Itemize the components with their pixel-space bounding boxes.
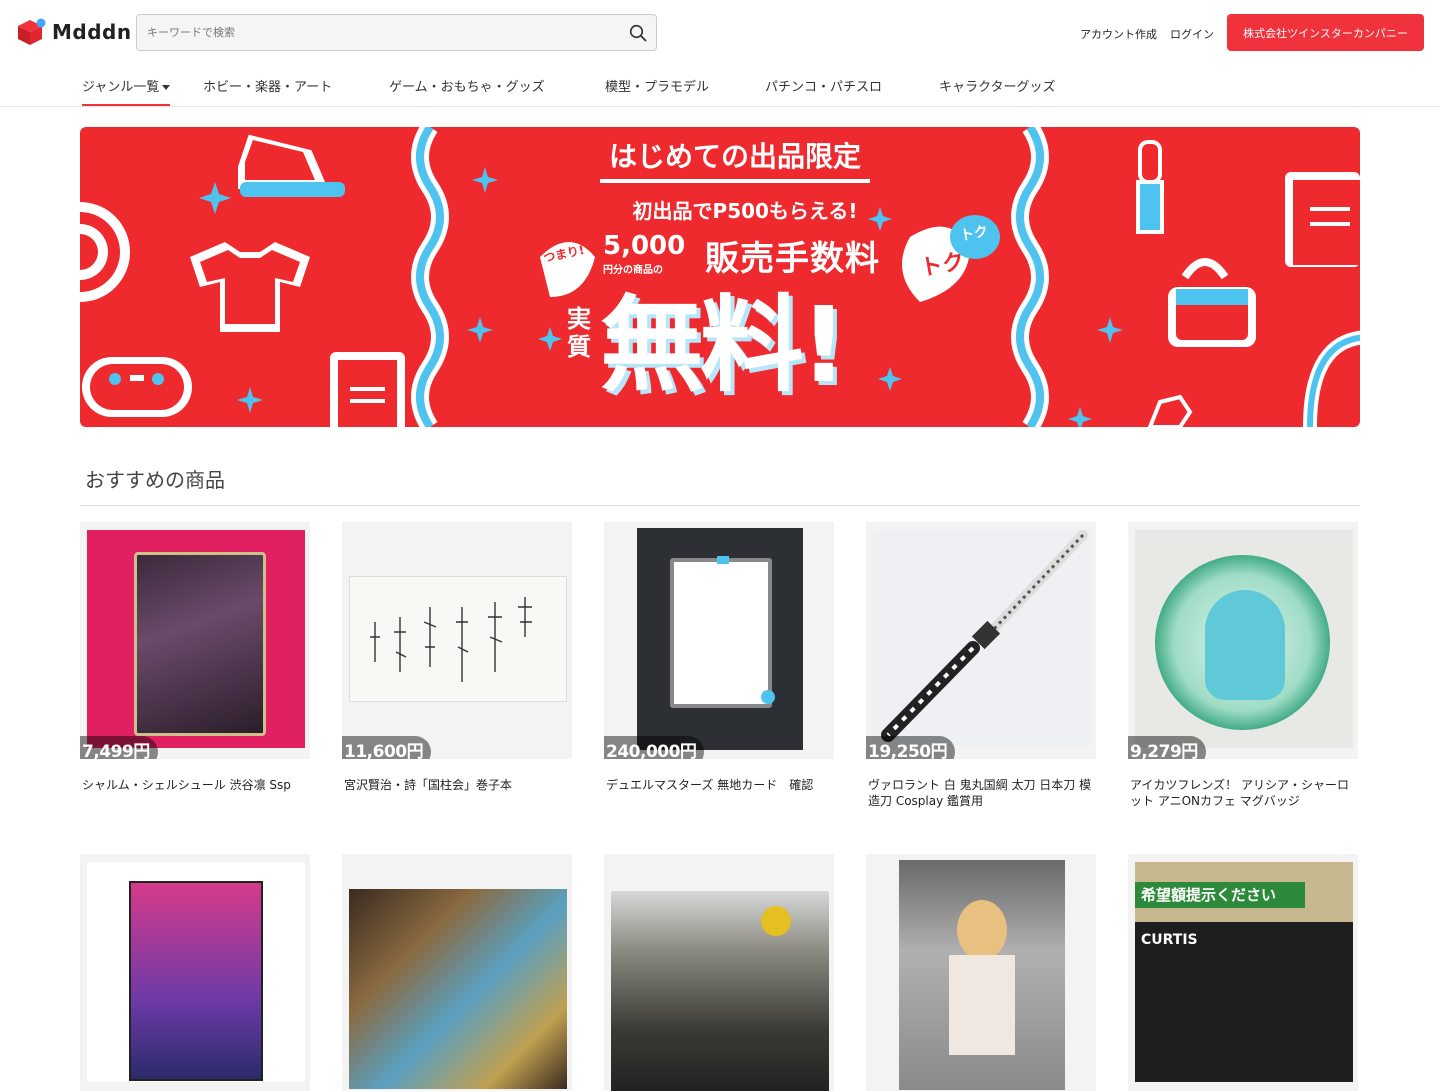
nav-game[interactable]: ゲーム・おもちゃ・グッズ <box>389 76 545 95</box>
banner-amount-sub: 円分の商品の <box>603 265 663 276</box>
product-card[interactable]: 11,600円 宮沢賢治・詩「国柱会」巻子本 <box>342 522 572 793</box>
product-image <box>899 860 1065 1090</box>
product-image-text: CURTIS <box>1141 932 1198 948</box>
section-divider <box>80 505 1360 506</box>
product-title: デュエルマスターズ 無地カード 確認 <box>606 778 814 792</box>
product-image <box>349 889 567 1089</box>
product-thumbnail: 11,600円 <box>342 522 572 759</box>
nav-genre-list[interactable]: ジャンル一覧 <box>82 76 171 106</box>
nav-genre-list-label: ジャンル一覧 <box>82 80 160 95</box>
product-price: 11,600円 <box>342 736 432 759</box>
product-image <box>637 528 803 750</box>
product-thumbnail: 240,000円 <box>604 522 834 759</box>
site-logo[interactable]: Mdddn <box>16 18 132 46</box>
genre-nav: ジャンル一覧 ホビー・楽器・アート ゲーム・おもちゃ・グッズ 模型・プラモデル … <box>0 64 1440 107</box>
product-thumbnail <box>80 854 310 1091</box>
product-card[interactable]: 9,279円 アイカツフレンズ！ アリシア・シャーロット アニONカフェ マグバ… <box>1128 522 1358 809</box>
product-image: 希望額提示ください CURTIS <box>1135 862 1353 1082</box>
banner-headline: はじめての出品限定 <box>600 135 870 183</box>
search-button[interactable] <box>620 15 656 50</box>
product-image <box>1135 530 1353 748</box>
product-image <box>873 530 1091 746</box>
product-card[interactable]: 7,499円 シャルム・シェルシュール 渋谷凛 Ssp <box>80 522 310 793</box>
search-input[interactable] <box>137 15 620 50</box>
product-thumbnail <box>866 854 1096 1091</box>
product-card[interactable] <box>80 854 310 1091</box>
product-image <box>87 862 305 1082</box>
search-icon <box>629 24 647 41</box>
account-create-link[interactable]: アカウント作成 <box>1080 26 1157 42</box>
nav-pachinko[interactable]: パチンコ・パチスロ <box>765 76 882 95</box>
nav-hobby[interactable]: ホビー・楽器・アート <box>203 76 332 95</box>
section-title: おすすめの商品 <box>85 468 225 492</box>
product-image-banner: 希望額提示ください <box>1135 882 1305 908</box>
caret-down-icon <box>162 85 171 90</box>
product-card[interactable] <box>342 854 572 1091</box>
banner-free: 無料! <box>600 284 847 406</box>
product-image <box>349 576 567 702</box>
product-price: 240,000円 <box>604 736 705 759</box>
product-thumbnail <box>604 854 834 1091</box>
product-title: シャルム・シェルシュール 渋谷凛 Ssp <box>82 778 291 792</box>
product-price: 9,279円 <box>1128 736 1206 759</box>
banner-jisshitsu: 実質 <box>567 305 591 361</box>
product-title: アイカツフレンズ！ アリシア・シャーロット アニONカフェ マグバッジ <box>1130 778 1349 808</box>
login-link[interactable]: ログイン <box>1170 26 1214 42</box>
product-card[interactable] <box>604 854 834 1091</box>
product-thumbnail <box>342 854 572 1091</box>
header: Mdddn アカウント作成 ログイン 株式会社ツインスターカンパニー <box>0 0 1440 64</box>
company-button[interactable]: 株式会社ツインスターカンパニー <box>1227 14 1424 51</box>
product-image <box>611 891 829 1091</box>
product-card[interactable]: 19,250円 ヴァロラント 白 鬼丸国綱 太刀 日本刀 模造刀 Cosplay… <box>866 522 1096 809</box>
product-price: 19,250円 <box>866 736 956 759</box>
promo-banner[interactable]: はじめての出品限定 初出品でP500もらえる! つまり! 5,000 円分の商品… <box>80 127 1360 427</box>
product-thumbnail: 19,250円 <box>866 522 1096 759</box>
search-box <box>136 14 657 51</box>
product-title: ヴァロラント 白 鬼丸国綱 太刀 日本刀 模造刀 Cosplay 鑑賞用 <box>868 778 1092 808</box>
product-card[interactable]: 希望額提示ください CURTIS <box>1128 854 1358 1091</box>
product-card[interactable] <box>866 854 1096 1091</box>
nav-model[interactable]: 模型・プラモデル <box>605 76 709 95</box>
nav-character[interactable]: キャラクターグッズ <box>939 76 1055 95</box>
product-image <box>87 530 305 748</box>
product-title: 宮沢賢治・詩「国柱会」巻子本 <box>344 778 513 792</box>
banner-line1: 初出品でP500もらえる! <box>632 199 858 223</box>
product-thumbnail: 7,499円 <box>80 522 310 759</box>
banner-fee: 販売手数料 <box>705 239 880 279</box>
product-thumbnail: 9,279円 <box>1128 522 1358 759</box>
product-card[interactable]: 240,000円 デュエルマスターズ 無地カード 確認 <box>604 522 834 793</box>
product-price: 7,499円 <box>80 736 158 759</box>
logo-text: Mdddn <box>52 20 132 44</box>
banner-amount: 5,000 <box>603 231 686 261</box>
product-thumbnail: 希望額提示ください CURTIS <box>1128 854 1358 1091</box>
logo-cube-icon <box>18 18 46 45</box>
